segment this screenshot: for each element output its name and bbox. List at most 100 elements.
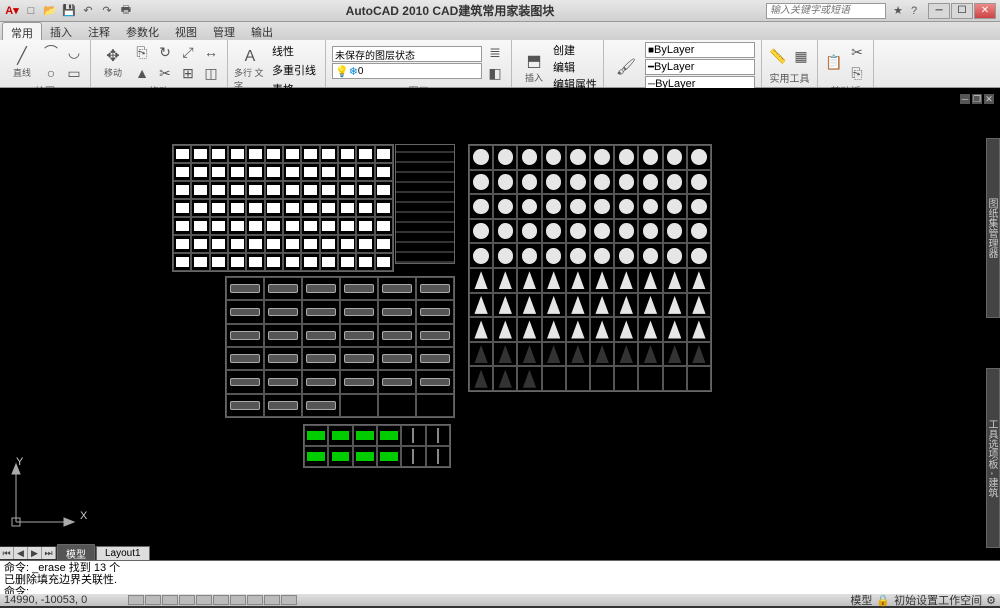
polar-toggle[interactable] bbox=[179, 595, 195, 605]
layer-iso-icon[interactable]: ◧ bbox=[485, 63, 505, 83]
stretch-icon[interactable]: ↔ bbox=[201, 42, 221, 62]
drawing-area[interactable]: ─ ❐ ✕ 图纸集管理器 工具选项板 - 建筑 Y X bbox=[0, 88, 1000, 560]
insert-button[interactable]: ⬒插入 bbox=[518, 52, 550, 82]
maximize-button[interactable]: ☐ bbox=[951, 3, 973, 19]
block-cell bbox=[638, 194, 662, 219]
tab-annotate[interactable]: 注释 bbox=[80, 22, 118, 40]
close-button[interactable]: ✕ bbox=[974, 3, 996, 19]
block-cell bbox=[356, 145, 374, 163]
sheet-set-panel[interactable]: 图纸集管理器 bbox=[986, 138, 1000, 318]
layer-dropdown[interactable]: 💡❄ 0 bbox=[332, 63, 482, 79]
rect-icon[interactable]: ▭ bbox=[64, 63, 84, 83]
block-cell bbox=[191, 145, 209, 163]
lineweight-dropdown[interactable]: ━ ByLayer bbox=[645, 59, 755, 75]
workspace-gear-icon[interactable]: ⚙ bbox=[986, 594, 996, 607]
layer-props-icon[interactable]: ≣ bbox=[485, 42, 505, 62]
infocenter-icon[interactable]: ★ bbox=[890, 3, 906, 19]
block-cell bbox=[210, 235, 228, 253]
vp-close-icon[interactable]: ✕ bbox=[984, 94, 994, 104]
block-cell bbox=[638, 219, 662, 244]
dyn-toggle[interactable] bbox=[247, 595, 263, 605]
polyline-icon[interactable]: ⌒ bbox=[41, 42, 61, 62]
trim-icon[interactable]: ✂ bbox=[155, 63, 175, 83]
block-cell bbox=[638, 317, 662, 342]
block-cell bbox=[301, 253, 319, 271]
tool-palette-panel[interactable]: 工具选项板 - 建筑 bbox=[986, 368, 1000, 548]
block-cell bbox=[493, 170, 517, 195]
line-button[interactable]: ╱直线 bbox=[6, 48, 38, 78]
otrack-toggle[interactable] bbox=[213, 595, 229, 605]
tab-nav-next-icon[interactable]: ▶ bbox=[28, 547, 42, 559]
tab-nav-prev-icon[interactable]: ◀ bbox=[14, 547, 28, 559]
ortho-toggle[interactable] bbox=[162, 595, 178, 605]
grid-toggle[interactable] bbox=[145, 595, 161, 605]
layer-state-dropdown[interactable]: 未保存的图层状态 bbox=[332, 46, 482, 62]
tab-insert[interactable]: 插入 bbox=[42, 22, 80, 40]
rotate-icon[interactable]: ↻ bbox=[155, 42, 175, 62]
array-icon[interactable]: ⊞ bbox=[178, 63, 198, 83]
tab-home[interactable]: 常用 bbox=[2, 22, 42, 40]
block-cell bbox=[426, 446, 450, 467]
move-button[interactable]: ✥移动 bbox=[97, 48, 129, 78]
linear-dim-button[interactable]: 线性 bbox=[269, 42, 319, 60]
block-cell bbox=[416, 324, 454, 347]
coordinates-display[interactable]: 14990, -10053, 0 bbox=[4, 594, 124, 606]
edit-block-button[interactable]: 编辑 bbox=[553, 59, 597, 75]
vp-restore-icon[interactable]: ❐ bbox=[972, 94, 982, 104]
create-block-button[interactable]: 创建 bbox=[553, 42, 597, 58]
osnap-toggle[interactable] bbox=[196, 595, 212, 605]
snap-toggle[interactable] bbox=[128, 595, 144, 605]
help-icon[interactable]: ? bbox=[906, 3, 922, 19]
cut-icon[interactable]: ✂ bbox=[847, 42, 867, 62]
block-cell bbox=[375, 235, 393, 253]
arc-icon[interactable]: ◡ bbox=[64, 42, 84, 62]
panel-draw: ╱直线 ⌒ ○ ◡ ▭ 绘图 bbox=[0, 40, 91, 87]
block-cell bbox=[283, 253, 301, 271]
ducs-toggle[interactable] bbox=[230, 595, 246, 605]
block-cell bbox=[173, 163, 191, 181]
block-cell bbox=[246, 199, 264, 217]
tab-nav-last-icon[interactable]: ⏭ bbox=[42, 547, 56, 559]
measure-icon[interactable]: 📏 bbox=[768, 46, 788, 66]
lwt-toggle[interactable] bbox=[264, 595, 280, 605]
panel-modify: ✥移动 ⎘▲ ↻✂ ⤢⊞ ↔◫ 修改 bbox=[91, 40, 228, 87]
block-cell bbox=[590, 243, 614, 268]
mirror-icon[interactable]: ▲ bbox=[132, 63, 152, 83]
open-icon[interactable]: 📂 bbox=[42, 3, 58, 19]
undo-icon[interactable]: ↶ bbox=[80, 3, 96, 19]
redo-icon[interactable]: ↷ bbox=[99, 3, 115, 19]
block-cell bbox=[228, 145, 246, 163]
block-cell bbox=[328, 425, 352, 446]
help-search-input[interactable] bbox=[766, 3, 886, 19]
select-icon[interactable]: ▦ bbox=[791, 46, 811, 66]
tab-manage[interactable]: 管理 bbox=[205, 22, 243, 40]
scale-icon[interactable]: ⤢ bbox=[178, 42, 198, 62]
tab-view[interactable]: 视图 bbox=[167, 22, 205, 40]
command-line[interactable]: 命令: _erase 找到 13 个 已删除填充边界关联性. 命令: bbox=[0, 560, 1000, 594]
mtext-button[interactable]: A多行 文字 bbox=[234, 55, 266, 85]
copy-icon[interactable]: ⎘ bbox=[132, 42, 152, 62]
tab-output[interactable]: 输出 bbox=[243, 22, 281, 40]
paste-icon[interactable]: 📋 bbox=[824, 53, 844, 73]
block-cell bbox=[493, 194, 517, 219]
vp-minimize-icon[interactable]: ─ bbox=[960, 94, 970, 104]
minimize-button[interactable]: ─ bbox=[928, 3, 950, 19]
block-cell bbox=[265, 145, 283, 163]
tab-parametric[interactable]: 参数化 bbox=[118, 22, 167, 40]
copy-clip-icon[interactable]: ⎘ bbox=[847, 63, 867, 83]
mleader-button[interactable]: 多重引线 bbox=[269, 61, 319, 79]
lock-icon[interactable]: 🔒 bbox=[876, 594, 890, 607]
match-props-icon[interactable]: 🖌 bbox=[610, 52, 642, 82]
layout1-tab[interactable]: Layout1 bbox=[96, 546, 150, 561]
color-dropdown[interactable]: ■ ByLayer bbox=[645, 42, 755, 58]
qp-toggle[interactable] bbox=[281, 595, 297, 605]
offset-icon[interactable]: ◫ bbox=[201, 63, 221, 83]
tab-nav-first-icon[interactable]: ⏮ bbox=[0, 547, 14, 559]
circle-icon[interactable]: ○ bbox=[41, 63, 61, 83]
save-icon[interactable]: 💾 bbox=[61, 3, 77, 19]
block-cell bbox=[590, 145, 614, 170]
print-icon[interactable]: 🖶 bbox=[118, 3, 134, 19]
app-menu-icon[interactable]: A▾ bbox=[4, 3, 20, 19]
block-cell bbox=[356, 163, 374, 181]
new-icon[interactable]: □ bbox=[23, 3, 39, 19]
